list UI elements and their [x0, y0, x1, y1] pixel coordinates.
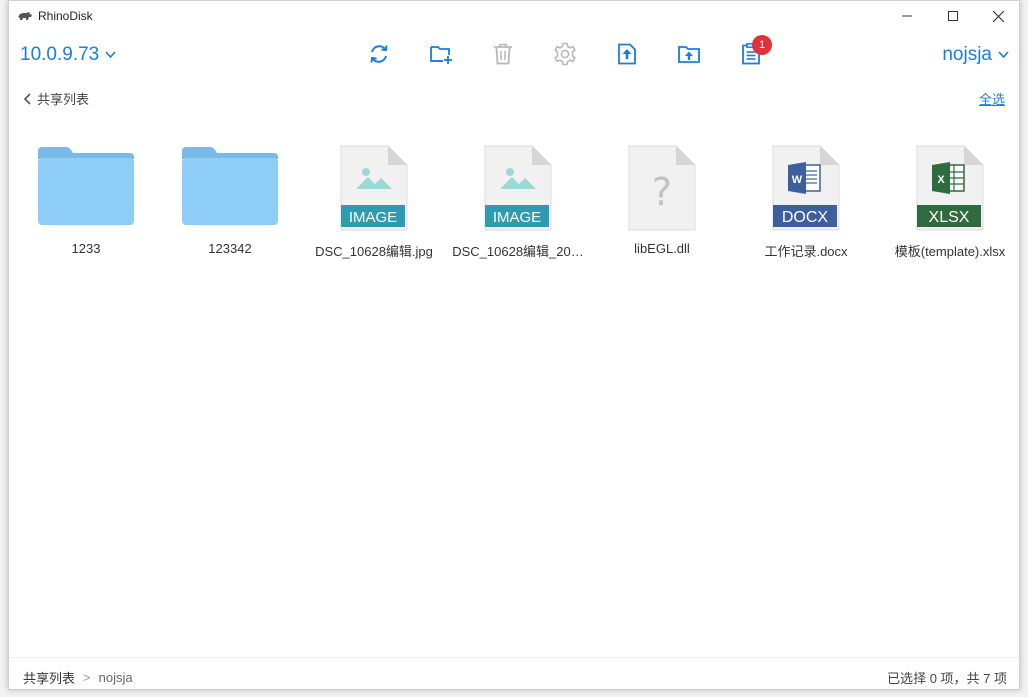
file-name: 工作记录.docx: [764, 244, 848, 259]
file-name: DSC_10628编辑_20…: [452, 244, 584, 259]
file-item-unknown[interactable]: ? libEGL.dll: [590, 141, 734, 261]
breadcrumb-item-current[interactable]: nojsja: [99, 670, 133, 685]
task-count-badge: 1: [752, 35, 772, 55]
delete-button[interactable]: [490, 41, 516, 67]
upload-file-button[interactable]: [614, 41, 640, 67]
file-grid: 1233 123342 IMAGE DSC_10628编辑.jpg IMAGE …: [9, 141, 1019, 271]
breadcrumb-item-root[interactable]: 共享列表: [23, 668, 75, 687]
file-type-badge: XLSX: [929, 209, 970, 226]
folder-icon: [38, 147, 134, 225]
file-type-badge: IMAGE: [493, 209, 541, 226]
user-name: nojsja: [942, 44, 992, 65]
status-bar: 共享列表 > nojsja 已选择 0 项，共 7 项: [9, 657, 1019, 689]
back-button[interactable]: 共享列表: [23, 89, 89, 108]
settings-icon: [554, 42, 576, 66]
select-all-link[interactable]: 全选: [979, 89, 1005, 108]
question-mark-icon: ?: [652, 170, 672, 214]
user-selector[interactable]: nojsja: [942, 44, 1009, 66]
app-title: RhinoDisk: [38, 9, 93, 23]
file-name: DSC_10628编辑.jpg: [315, 244, 433, 259]
refresh-icon: [370, 45, 388, 63]
upload-file-icon: [618, 43, 636, 65]
word-file-icon: W DOCX: [772, 145, 840, 231]
excel-file-icon: X XLSX: [916, 145, 984, 231]
refresh-button[interactable]: [366, 41, 392, 67]
file-name: 1233: [71, 241, 101, 256]
svg-text:X: X: [937, 174, 945, 186]
close-icon: [992, 10, 1004, 22]
file-type-badge: DOCX: [782, 209, 829, 226]
unknown-file-icon: ?: [628, 145, 696, 231]
server-address: 10.0.9.73: [20, 44, 100, 65]
file-item-docx[interactable]: W DOCX 工作记录.docx: [734, 141, 878, 261]
chevron-left-icon: [23, 92, 31, 105]
new-folder-icon: [430, 46, 452, 64]
file-item-folder[interactable]: 1233: [14, 141, 158, 261]
file-item-xlsx[interactable]: X XLSX 模板(template).xlsx: [878, 141, 1019, 261]
file-name: libEGL.dll: [634, 241, 690, 256]
file-item-image[interactable]: IMAGE DSC_10628编辑_20…: [446, 141, 590, 261]
minimize-icon: [902, 15, 912, 17]
image-file-icon: IMAGE: [484, 145, 552, 231]
chevron-down-icon: [105, 51, 116, 59]
new-folder-button[interactable]: [428, 41, 454, 67]
breadcrumb: 共享列表 > nojsja: [23, 668, 133, 687]
folder-icon: [182, 147, 278, 225]
settings-button[interactable]: [552, 41, 578, 67]
close-button[interactable]: [975, 1, 1019, 31]
app-window: RhinoDisk 10.0.9.73 1 nojsja 共享列表 全选 123…: [8, 0, 1020, 690]
minimize-button[interactable]: [884, 1, 930, 31]
file-item-image[interactable]: IMAGE DSC_10628编辑.jpg: [302, 141, 446, 261]
back-label: 共享列表: [37, 92, 90, 107]
file-type-badge: IMAGE: [349, 209, 397, 226]
upload-folder-button[interactable]: [676, 41, 702, 67]
chevron-down-icon: [998, 51, 1009, 59]
background-bottom-strip: [0, 690, 1028, 697]
background-left-strip: [0, 0, 8, 697]
maximize-button[interactable]: [930, 1, 976, 31]
upload-folder-icon: [678, 46, 700, 63]
title-bar: RhinoDisk: [9, 1, 1019, 31]
rhino-logo-icon: [18, 12, 32, 20]
image-file-icon: IMAGE: [340, 145, 408, 231]
background-right-strip: [1020, 0, 1028, 697]
navigation-bar: 共享列表 全选: [9, 77, 1019, 117]
server-selector[interactable]: 10.0.9.73: [20, 44, 116, 66]
toolbar: 10.0.9.73 1 nojsja: [9, 31, 1019, 77]
breadcrumb-separator: >: [83, 670, 91, 685]
selection-count: 已选择 0 项，共 7 项: [887, 671, 1007, 686]
file-name: 123342: [208, 241, 252, 256]
file-name: 模板(template).xlsx: [894, 244, 1006, 259]
maximize-icon: [948, 11, 958, 21]
svg-text:W: W: [792, 174, 803, 186]
file-item-folder[interactable]: 123342: [158, 141, 302, 261]
delete-icon: [494, 43, 512, 65]
